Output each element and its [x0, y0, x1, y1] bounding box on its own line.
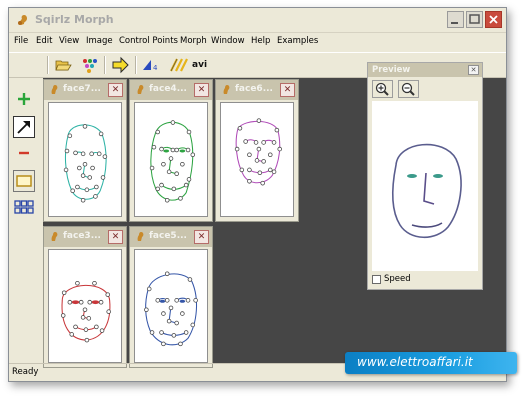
watermark-text: www.elettroaffari.it: [357, 355, 473, 369]
face-canvas[interactable]: [48, 102, 122, 217]
close-button[interactable]: [485, 11, 502, 28]
maximize-icon: [469, 14, 480, 24]
watermark-banner: www.elettroaffari.it: [345, 352, 517, 374]
close-child-button[interactable]: ✕: [108, 83, 123, 97]
image-window-face5[interactable]: face5... ✕: [129, 226, 213, 368]
left-toolbar: [9, 78, 41, 363]
child-title-bar[interactable]: face6... ✕: [216, 80, 298, 100]
face-drawing: [149, 120, 196, 203]
squirrel-icon: [18, 15, 28, 25]
menu-image[interactable]: Image: [86, 36, 113, 46]
child-title-bar[interactable]: face5... ✕: [130, 227, 212, 247]
zoom-out-button[interactable]: [398, 80, 419, 98]
squirrel-icon: [51, 85, 58, 94]
face-canvas[interactable]: [134, 102, 208, 217]
toolbar-separator: [135, 56, 137, 74]
open-button[interactable]: [53, 56, 73, 74]
toolbar-separator: [47, 56, 49, 74]
menu-examples[interactable]: Examples: [277, 36, 318, 46]
menu-control-points[interactable]: Control Points: [119, 36, 178, 46]
plus-icon: [18, 93, 30, 105]
close-icon: [489, 15, 498, 24]
face-drawing: [234, 118, 283, 186]
menu-help[interactable]: Help: [251, 36, 270, 46]
child-title-bar[interactable]: face4... ✕: [130, 80, 212, 100]
face-canvas[interactable]: [134, 249, 208, 363]
child-title: face6...: [235, 84, 273, 94]
morph-preview-face: [391, 143, 462, 239]
image-window-face4[interactable]: face4... ✕: [129, 79, 213, 222]
child-title-bar[interactable]: face7... ✕: [44, 80, 126, 100]
grid-icon: [14, 200, 34, 214]
avi-button[interactable]: avi: [192, 56, 214, 74]
folder-open-icon: [55, 60, 72, 71]
rectangle-icon: [16, 175, 32, 187]
preview-title-bar[interactable]: Preview ✕: [368, 63, 482, 77]
arrow-select-icon: [17, 121, 30, 134]
minus-icon: [19, 151, 29, 155]
preview-canvas: [372, 101, 478, 271]
child-title: face5...: [149, 231, 187, 241]
face-drawing: [144, 271, 198, 347]
zoom-out-icon: [401, 82, 415, 96]
minimize-icon: [451, 22, 458, 24]
status-text: Ready: [12, 367, 39, 377]
close-child-button[interactable]: ✕: [194, 83, 209, 97]
minimize-button[interactable]: [447, 11, 464, 28]
colors-button[interactable]: [79, 56, 99, 74]
squirrel-icon: [137, 85, 144, 94]
rectangle-select-button[interactable]: [13, 170, 35, 192]
arrow-right-icon: [112, 56, 129, 74]
image-window-face6[interactable]: face6... ✕: [215, 79, 299, 222]
yellow-lines-icon: [170, 58, 188, 72]
child-title-bar[interactable]: face3... ✕: [44, 227, 126, 247]
window-title: Sqirlz Morph: [35, 13, 114, 26]
menu-bar: File Edit View Image Control Points Morp…: [9, 33, 506, 50]
menu-file[interactable]: File: [14, 36, 28, 46]
menu-edit[interactable]: Edit: [36, 36, 52, 46]
child-title: face3...: [63, 231, 101, 241]
svg-text:4: 4: [153, 64, 158, 72]
menu-morph[interactable]: Morph: [180, 36, 207, 46]
grid-view-button[interactable]: [13, 198, 35, 220]
blue-triangle-icon: 4: [143, 60, 158, 72]
face-canvas[interactable]: [48, 249, 122, 363]
next-button[interactable]: [110, 56, 130, 74]
squirrel-icon: [137, 232, 144, 241]
speed-checkbox[interactable]: [372, 275, 381, 284]
close-child-button[interactable]: ✕: [108, 230, 123, 244]
child-title: face7...: [63, 84, 101, 94]
zoom-in-button[interactable]: [372, 80, 393, 98]
zoom-in-icon: [375, 82, 389, 96]
title-bar: Sqirlz Morph: [9, 8, 506, 33]
menu-window[interactable]: Window: [211, 36, 245, 46]
morph-settings-button[interactable]: 4: [140, 56, 160, 74]
maximize-button[interactable]: [466, 11, 483, 28]
image-window-face3[interactable]: face3... ✕: [43, 226, 127, 368]
face-drawing: [63, 124, 108, 203]
child-title: face4...: [149, 84, 187, 94]
menu-view[interactable]: View: [59, 36, 79, 46]
select-point-button[interactable]: [13, 116, 35, 138]
main-window: Sqirlz Morph File Edit View Image Contro…: [8, 7, 507, 382]
color-dots-icon: [83, 59, 97, 73]
preview-title: Preview: [372, 65, 411, 75]
close-child-button[interactable]: ✕: [280, 83, 295, 97]
face-canvas[interactable]: [220, 102, 294, 217]
image-window-face7[interactable]: face7... ✕: [43, 79, 127, 222]
face-drawing: [60, 280, 111, 343]
close-preview-button[interactable]: ✕: [468, 65, 479, 75]
toolbar-separator: [104, 56, 106, 74]
close-child-button[interactable]: ✕: [194, 230, 209, 244]
squirrel-icon: [223, 85, 230, 94]
speed-label: Speed: [384, 274, 411, 284]
add-point-button[interactable]: [13, 88, 35, 110]
remove-point-button[interactable]: [13, 142, 35, 164]
morph-lines-button[interactable]: [169, 56, 191, 74]
squirrel-icon: [51, 232, 58, 241]
preview-window[interactable]: Preview ✕ Speed: [367, 62, 483, 290]
